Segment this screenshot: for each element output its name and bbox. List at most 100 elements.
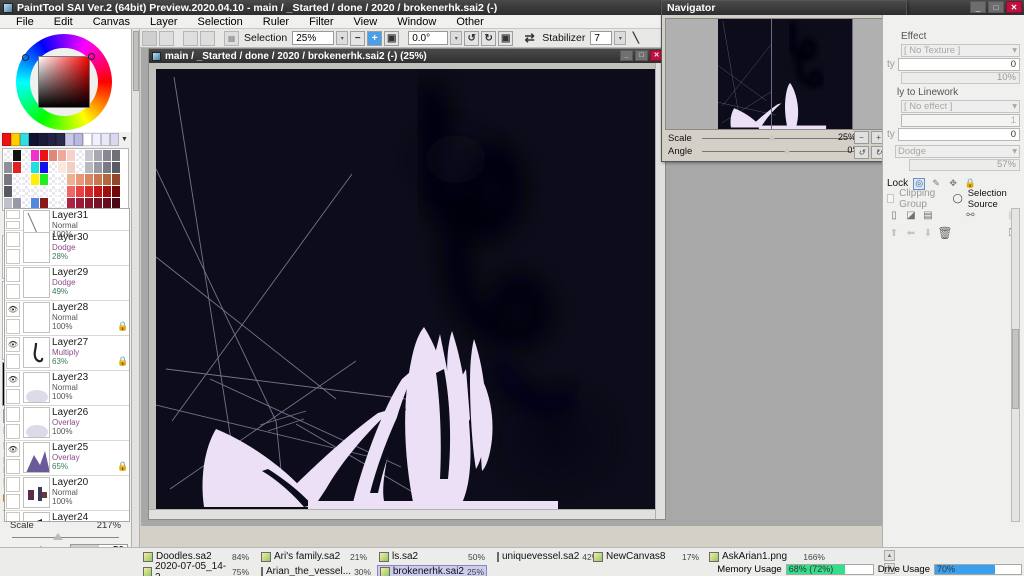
- palette-swatch-15[interactable]: [22, 162, 30, 173]
- clipping-group-checkbox[interactable]: [887, 194, 895, 203]
- palette-swatch-44[interactable]: [49, 186, 57, 197]
- zoom-in-button[interactable]: +: [367, 30, 383, 46]
- file-tab-askarian1-png[interactable]: AskArian1.png 166%: [707, 550, 827, 563]
- palette-swatch-48[interactable]: [85, 186, 93, 197]
- palette-swatch-24[interactable]: [103, 162, 111, 173]
- menu-window[interactable]: Window: [387, 15, 446, 29]
- texture-opacity-bar[interactable]: 10%: [901, 72, 1020, 84]
- layer-row-layer20[interactable]: Layer20 Normal 100%: [5, 476, 129, 511]
- file-tabs-scroll-up-button[interactable]: ▲: [884, 550, 895, 561]
- file-tab-uniquevessel-sa2[interactable]: uniquevessel.sa2 42%: [495, 550, 599, 563]
- layer-row-layer23[interactable]: 👁 Layer23 Normal 100%: [5, 371, 129, 406]
- layer-row-layer31[interactable]: Layer31 Normal 100%: [5, 209, 129, 241]
- eye-icon[interactable]: [6, 477, 20, 492]
- navigator-angle-slider[interactable]: 0°: [702, 145, 858, 158]
- swatch-1[interactable]: [11, 133, 20, 146]
- menu-ruler[interactable]: Ruler: [253, 15, 299, 29]
- stabilizer-dropdown-button[interactable]: ▾: [614, 31, 627, 45]
- mask-toggle-icon[interactable]: [6, 284, 20, 299]
- eye-icon[interactable]: 👁: [6, 372, 20, 387]
- flip-horizontal-icon[interactable]: ⇄: [522, 31, 537, 46]
- navigator-preview-area[interactable]: [665, 18, 905, 130]
- toolbar-button-3[interactable]: [183, 30, 198, 46]
- selection-source-radio[interactable]: ◯: [953, 193, 963, 204]
- texture-select[interactable]: [ No Texture ] ▾: [901, 43, 1020, 57]
- layer-row-layer26[interactable]: Layer26 Overlay 100%: [5, 406, 129, 441]
- line-tool-icon[interactable]: ╲: [628, 31, 643, 46]
- zoom-reset-button[interactable]: ▣: [384, 30, 400, 46]
- palette-swatch-10[interactable]: [94, 150, 102, 161]
- file-tab-arian-the-vessel-[interactable]: Arian_the_vessel... 30%: [259, 565, 371, 576]
- paper-scale-slider[interactable]: [12, 531, 119, 543]
- color-swatch-grid[interactable]: [2, 148, 129, 211]
- window-close-button[interactable]: ✕: [1006, 1, 1022, 13]
- eye-icon[interactable]: 👁: [6, 337, 20, 352]
- palette-swatch-22[interactable]: [85, 162, 93, 173]
- eye-icon[interactable]: 👁: [6, 302, 20, 317]
- rotate-cw-button[interactable]: ↻: [481, 30, 497, 46]
- eye-icon[interactable]: [6, 512, 20, 521]
- palette-swatch-9[interactable]: [85, 150, 93, 161]
- palette-swatch-37[interactable]: [103, 174, 111, 185]
- mask-toggle-icon[interactable]: [6, 459, 20, 474]
- merge-icon[interactable]: ⚯: [964, 208, 978, 222]
- layer-row-layer25[interactable]: 👁 Layer25 Overlay 65% 🔒: [5, 441, 129, 476]
- menu-layer[interactable]: Layer: [140, 15, 188, 29]
- layer-row-layer29[interactable]: Layer29 Dodge 49%: [5, 266, 129, 301]
- palette-swatch-46[interactable]: [67, 186, 75, 197]
- palette-swatch-14[interactable]: [13, 162, 21, 173]
- menu-view[interactable]: View: [344, 15, 388, 29]
- angle-dropdown-button[interactable]: ▾: [450, 31, 463, 45]
- move-up-icon[interactable]: ⬆: [887, 226, 901, 240]
- palette-swatch-18[interactable]: [49, 162, 57, 173]
- palette-swatch-34[interactable]: [76, 174, 84, 185]
- palette-swatch-0[interactable]: [4, 150, 12, 161]
- palette-swatch-29[interactable]: [31, 174, 39, 185]
- navigator-zoom-out-button[interactable]: −: [854, 131, 869, 144]
- palette-swatch-35[interactable]: [85, 174, 93, 185]
- menu-canvas[interactable]: Canvas: [83, 15, 140, 29]
- window-maximize-button[interactable]: □: [988, 1, 1004, 13]
- file-tab-2020-07-05-14-2-[interactable]: 2020-07-05_14-2... 75%: [141, 561, 251, 576]
- menu-file[interactable]: File: [6, 15, 44, 29]
- zoom-dropdown-button[interactable]: ▾: [336, 31, 349, 45]
- texture-opacity-value[interactable]: 0: [897, 57, 1020, 71]
- mask-toggle-icon[interactable]: [6, 389, 20, 404]
- navigator-rotate-ccw-button[interactable]: ↺: [854, 146, 869, 159]
- color-square[interactable]: [38, 56, 90, 108]
- new-linework-icon[interactable]: ◪: [904, 208, 918, 222]
- eye-icon[interactable]: [6, 232, 20, 247]
- swatch-7[interactable]: [65, 133, 74, 146]
- layer-list-scroll-thumb[interactable]: [1012, 329, 1019, 409]
- palette-swatch-39[interactable]: [4, 186, 12, 197]
- mask-toggle-icon[interactable]: [6, 319, 20, 334]
- canvas-artwork[interactable]: [156, 69, 658, 513]
- palette-swatch-31[interactable]: [49, 174, 57, 185]
- mask-toggle-icon[interactable]: [6, 494, 20, 509]
- stabilizer-value-field[interactable]: 7: [590, 31, 613, 45]
- selection-marquee-icon[interactable]: ▦: [224, 30, 239, 46]
- swatch-11[interactable]: [101, 133, 110, 146]
- palette-swatch-16[interactable]: [31, 162, 39, 173]
- palette-swatch-6[interactable]: [58, 150, 66, 161]
- swatch-6[interactable]: [56, 133, 65, 146]
- rotate-ccw-button[interactable]: ↺: [464, 30, 480, 46]
- palette-swatch-42[interactable]: [31, 186, 39, 197]
- document-maximize-button[interactable]: □: [635, 50, 648, 61]
- palette-swatch-32[interactable]: [58, 174, 66, 185]
- swatch-8[interactable]: [74, 133, 83, 146]
- toolbar-button-4[interactable]: [200, 30, 215, 46]
- move-left-icon[interactable]: ⬅: [904, 226, 918, 240]
- palette-swatch-49[interactable]: [94, 186, 102, 197]
- swatch-9[interactable]: [83, 133, 92, 146]
- left-panel-scroll-thumb[interactable]: [133, 31, 139, 91]
- move-down-icon[interactable]: ⬇: [921, 226, 935, 240]
- palette-swatch-47[interactable]: [76, 186, 84, 197]
- linework-opacity-value[interactable]: 0: [897, 127, 1020, 141]
- recent-swatch-strip[interactable]: [2, 133, 119, 146]
- layer-list[interactable]: Layer31 Normal 100% Layer30 Dodge 28% Layer29 D…: [4, 208, 130, 522]
- swatch-10[interactable]: [92, 133, 101, 146]
- palette-swatch-51[interactable]: [112, 186, 120, 197]
- file-tab-brokenerhk-sai2[interactable]: brokenerhk.sai2 25%: [377, 565, 487, 576]
- file-tab-ls-sa2[interactable]: ls.sa2 50%: [377, 550, 487, 563]
